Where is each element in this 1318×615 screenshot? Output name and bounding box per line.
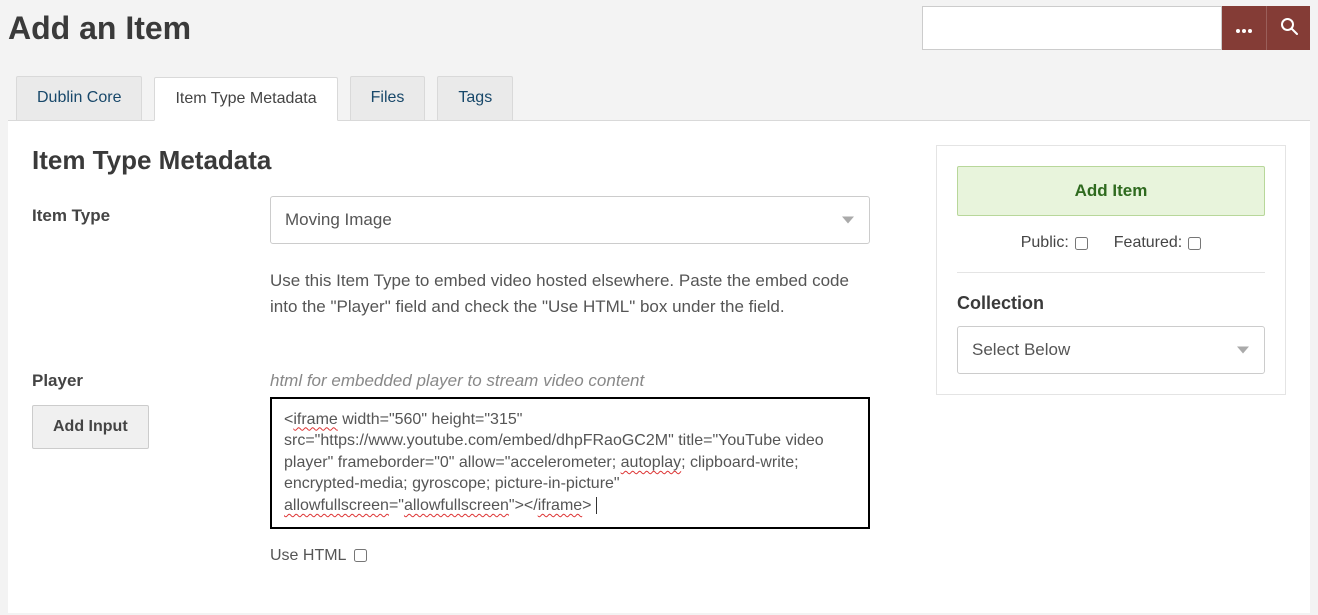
ellipsis-icon bbox=[1235, 18, 1253, 39]
search-input[interactable] bbox=[922, 6, 1222, 50]
collection-select[interactable]: Select Below bbox=[957, 326, 1265, 374]
player-help-text: html for embedded player to stream video… bbox=[270, 371, 900, 391]
search-options-button[interactable] bbox=[1222, 6, 1266, 50]
sidebar: Add Item Public: Featured: Collection Se… bbox=[936, 145, 1286, 395]
item-type-label: Item Type bbox=[32, 196, 252, 226]
tab-tags[interactable]: Tags bbox=[437, 76, 513, 120]
main-panel: Item Type Metadata Item Type Moving Imag… bbox=[8, 120, 1310, 613]
tab-dublin-core[interactable]: Dublin Core bbox=[16, 76, 142, 120]
search-submit-button[interactable] bbox=[1266, 6, 1310, 50]
search-cluster bbox=[922, 6, 1310, 50]
section-heading: Item Type Metadata bbox=[32, 145, 900, 176]
page-title: Add an Item bbox=[8, 10, 191, 47]
public-label: Public: bbox=[1021, 234, 1069, 252]
tab-bar: Dublin Core Item Type Metadata Files Tag… bbox=[0, 76, 1318, 120]
featured-checkbox-wrap[interactable]: Featured: bbox=[1114, 234, 1201, 252]
tab-files[interactable]: Files bbox=[350, 76, 426, 120]
use-html-label: Use HTML bbox=[270, 547, 346, 565]
player-embed-textarea[interactable]: <iframe width="560" height="315" src="ht… bbox=[272, 399, 868, 527]
form-column: Item Type Metadata Item Type Moving Imag… bbox=[32, 145, 900, 573]
item-type-help-text: Use this Item Type to embed video hosted… bbox=[270, 268, 870, 321]
item-type-select[interactable]: Moving Image bbox=[270, 196, 870, 244]
featured-label: Featured: bbox=[1114, 234, 1182, 252]
collection-selected-value: Select Below bbox=[972, 340, 1070, 360]
collection-heading: Collection bbox=[957, 293, 1265, 314]
add-input-button[interactable]: Add Input bbox=[32, 405, 149, 449]
tab-item-type-metadata[interactable]: Item Type Metadata bbox=[154, 77, 337, 121]
use-html-checkbox[interactable] bbox=[354, 549, 367, 562]
chevron-down-icon bbox=[842, 217, 854, 224]
add-item-button[interactable]: Add Item bbox=[957, 166, 1265, 216]
public-checkbox[interactable] bbox=[1075, 237, 1088, 250]
item-type-selected-value: Moving Image bbox=[285, 210, 392, 230]
player-label: Player bbox=[32, 371, 252, 391]
public-checkbox-wrap[interactable]: Public: bbox=[1021, 234, 1088, 252]
search-icon bbox=[1280, 17, 1298, 40]
featured-checkbox[interactable] bbox=[1188, 237, 1201, 250]
chevron-down-icon bbox=[1237, 347, 1249, 354]
